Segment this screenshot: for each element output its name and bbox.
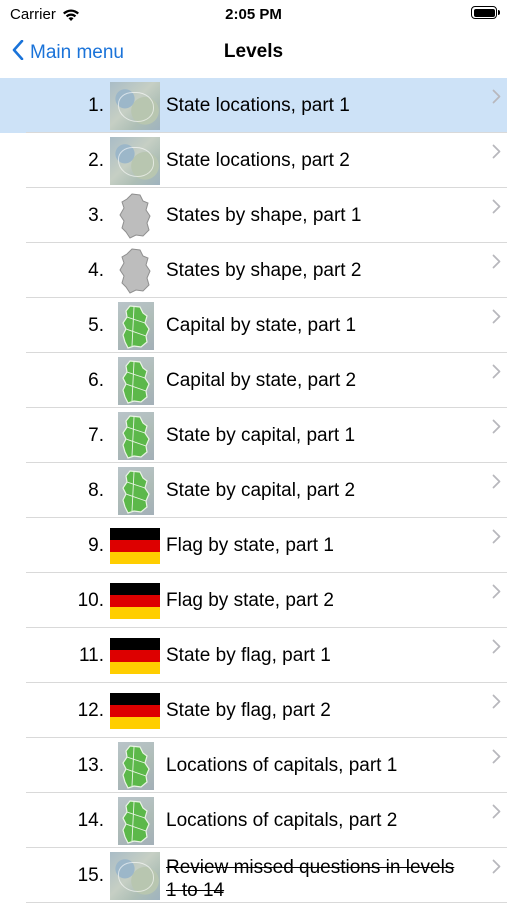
level-label: State by flag, part 1: [166, 645, 331, 666]
level-number: 1.: [88, 94, 104, 116]
level-row[interactable]: 2. State locations, part 2: [0, 133, 507, 188]
level-number: 6.: [88, 369, 104, 391]
status-bar: Carrier 2:05 PM: [0, 0, 507, 28]
germany-states-map-icon: [118, 357, 154, 405]
level-number: 10.: [77, 589, 104, 611]
level-label: Flag by state, part 1: [166, 535, 334, 556]
level-row[interactable]: 3. States by shape, part 1: [0, 188, 507, 243]
chevron-right-icon: [492, 308, 501, 329]
chevron-right-icon: [492, 583, 501, 604]
germany-states-map-icon: [118, 742, 154, 790]
battery-indicator: [471, 6, 500, 19]
europe-map-thumbnail: [110, 137, 160, 185]
level-label: States by shape, part 2: [166, 260, 362, 281]
chevron-right-icon: [492, 363, 501, 384]
chevron-right-icon: [492, 858, 501, 879]
levels-list: 1. State locations, part 1 2. State locatio…: [0, 78, 507, 903]
germany-shape-icon: [110, 192, 160, 240]
chevron-right-icon: [492, 803, 501, 824]
level-row[interactable]: 9. Flag by state, part 1: [0, 518, 507, 573]
level-number: 13.: [77, 754, 104, 776]
chevron-right-icon: [492, 198, 501, 219]
chevron-right-icon: [492, 473, 501, 494]
level-row[interactable]: 4. States by shape, part 2: [0, 243, 507, 298]
level-label: Locations of capitals, part 2: [166, 810, 398, 831]
level-number: 15.: [77, 864, 104, 886]
level-number: 7.: [88, 424, 104, 446]
level-label: State by capital, part 2: [166, 480, 356, 501]
germany-states-map-icon: [118, 412, 154, 460]
level-row[interactable]: 6. Capital by state, part 2: [0, 353, 507, 408]
level-label: States by shape, part 1: [166, 205, 362, 226]
level-row[interactable]: 8. State by capital, part 2: [0, 463, 507, 518]
level-row[interactable]: 1. State locations, part 1: [0, 78, 507, 133]
level-number: 12.: [77, 699, 104, 721]
level-row[interactable]: 15. Review missed questions in levels 1 t…: [0, 848, 507, 903]
level-label: State locations, part 1: [166, 95, 350, 116]
level-row[interactable]: 5. Capital by state, part 1: [0, 298, 507, 353]
chevron-right-icon: [492, 638, 501, 659]
german-flag-icon: [110, 528, 160, 564]
level-label: State locations, part 2: [166, 150, 350, 171]
level-label: State by flag, part 2: [166, 700, 331, 721]
level-label: Locations of capitals, part 1: [166, 755, 398, 776]
chevron-right-icon: [492, 528, 501, 549]
german-flag-icon: [110, 583, 160, 619]
level-row[interactable]: 13. Locations of capitals, part 1: [0, 738, 507, 793]
german-flag-icon: [110, 638, 160, 674]
level-label: State by capital, part 1: [166, 425, 356, 446]
page-title: Levels: [223, 41, 284, 62]
level-label: Capital by state, part 1: [166, 315, 357, 336]
level-number: 3.: [88, 204, 104, 226]
level-row[interactable]: 14. Locations of capitals, part 2: [0, 793, 507, 848]
level-number: 14.: [77, 809, 104, 831]
level-row[interactable]: 7. State by capital, part 1: [0, 408, 507, 463]
level-label: Capital by state, part 2: [166, 370, 357, 391]
level-row[interactable]: 12. State by flag, part 2: [0, 683, 507, 738]
europe-map-thumbnail: [110, 852, 160, 900]
navigation-bar: Main menu Levels: [0, 28, 507, 78]
status-time: 2:05 PM: [225, 6, 282, 23]
chevron-right-icon: [492, 88, 501, 109]
germany-states-map-icon: [118, 467, 154, 515]
german-flag-icon: [110, 693, 160, 729]
chevron-right-icon: [492, 693, 501, 714]
level-number: 5.: [88, 314, 104, 336]
chevron-right-icon: [492, 253, 501, 274]
level-number: 8.: [88, 479, 104, 501]
level-row[interactable]: 11. State by flag, part 1: [0, 628, 507, 683]
germany-states-map-icon: [118, 302, 154, 350]
level-number: 2.: [88, 149, 104, 171]
germany-states-map-icon: [118, 797, 154, 845]
level-number: 11.: [78, 644, 104, 666]
chevron-right-icon: [492, 418, 501, 439]
chevron-right-icon: [492, 748, 501, 769]
germany-shape-icon: [110, 247, 160, 295]
chevron-right-icon: [492, 143, 501, 164]
level-label: Review missed questions in levels 1 to 1…: [166, 857, 455, 901]
europe-map-thumbnail: [110, 82, 160, 130]
level-row[interactable]: 10. Flag by state, part 2: [0, 573, 507, 628]
level-label: Flag by state, part 2: [166, 590, 334, 611]
level-number: 4.: [88, 259, 104, 281]
battery-icon: [471, 6, 500, 19]
level-number: 9.: [88, 534, 104, 556]
